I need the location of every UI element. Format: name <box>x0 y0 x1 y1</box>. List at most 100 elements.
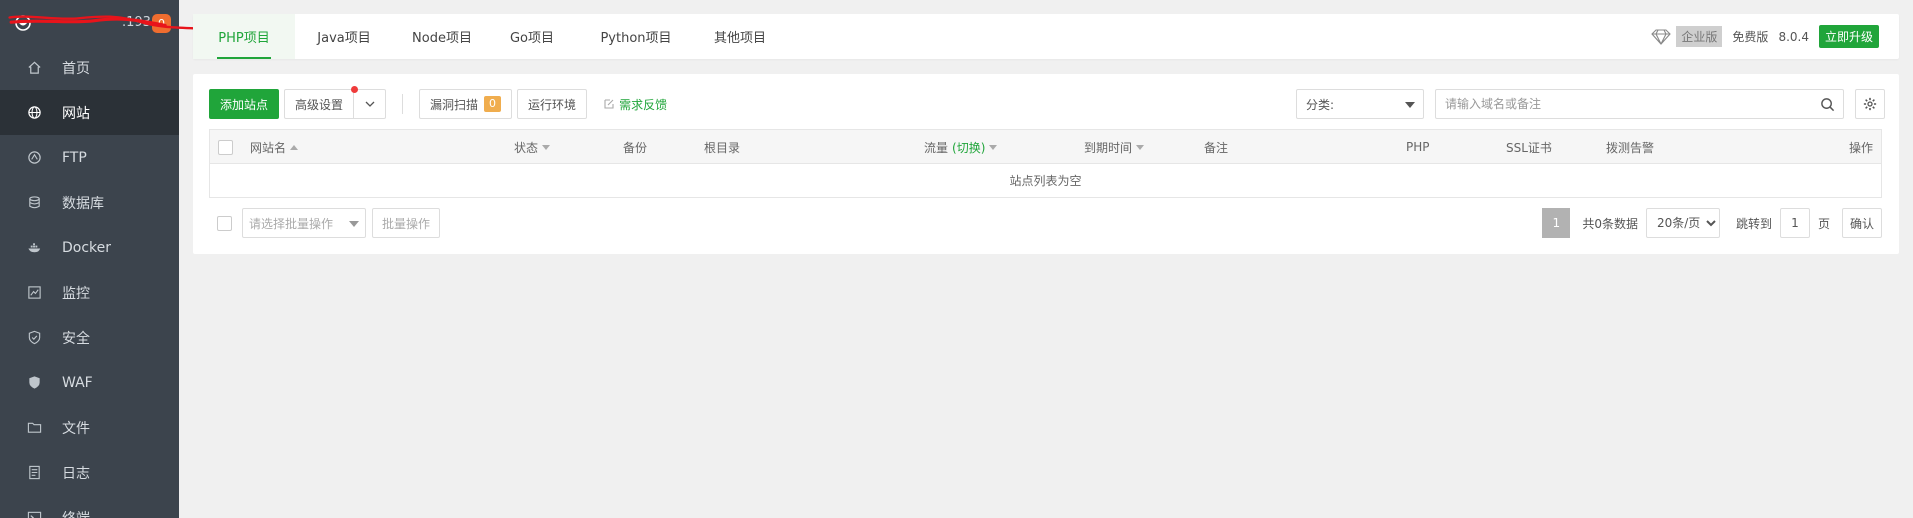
sidebar-item-label: WAF <box>62 374 93 391</box>
alert-count-badge[interactable]: 0 <box>152 14 171 33</box>
tab-node[interactable]: Node项目 <box>393 14 491 59</box>
bt-logo-icon <box>14 14 32 32</box>
upgrade-button[interactable]: 立即升级 <box>1818 25 1879 48</box>
col-site-name-label: 网站名 <box>250 140 287 155</box>
sidebar-item-label: 首页 <box>62 60 90 77</box>
enterprise-edition-badge[interactable]: 企业版 <box>1676 26 1723 47</box>
terminal-icon <box>26 510 42 518</box>
col-php: PHP <box>1406 140 1430 154</box>
search-input[interactable] <box>1436 90 1806 118</box>
docker-icon <box>26 240 42 256</box>
sort-desc-icon <box>989 144 998 150</box>
feedback-link[interactable]: 需求反馈 <box>603 96 667 113</box>
sidebar-item-label: Docker <box>62 239 112 256</box>
select-all-cell <box>218 130 233 164</box>
page-unit-label: 页 <box>1817 216 1830 231</box>
batch-placeholder: 请选择批量操作 <box>249 216 334 231</box>
category-select[interactable]: 分类: <box>1296 89 1424 119</box>
advanced-settings-group: 高级设置 <box>284 86 387 119</box>
column-settings-button[interactable] <box>1855 89 1885 119</box>
sidebar-item-home[interactable]: 首页 <box>0 45 179 90</box>
project-tabs-bar: PHP项目 Java项目 Node项目 Go项目 Python项目 其他项目 企… <box>193 14 1899 59</box>
batch-operation-select[interactable]: 请选择批量操作 <box>242 208 366 238</box>
diamond-icon <box>1650 28 1672 46</box>
sidebar-item-label: 文件 <box>62 420 90 437</box>
caret-down-icon <box>349 221 359 227</box>
batch-operations: 请选择批量操作 批量操作 <box>209 208 441 238</box>
col-ssl: SSL证书 <box>1506 140 1552 155</box>
tab-python[interactable]: Python项目 <box>573 14 699 59</box>
col-expire[interactable]: 到期时间 <box>1084 130 1145 164</box>
col-backup: 备份 <box>623 140 648 155</box>
page-current[interactable]: 1 <box>1542 208 1571 238</box>
free-edition-label: 免费版 <box>1732 30 1769 44</box>
tab-java[interactable]: Java项目 <box>295 14 393 59</box>
total-count: 共0条数据 <box>1582 216 1638 231</box>
col-expire-label: 到期时间 <box>1084 140 1133 155</box>
col-status[interactable]: 状态 <box>514 130 551 164</box>
sidebar-item-label: 网站 <box>62 105 90 122</box>
sidebar-item-docker[interactable]: Docker <box>0 225 179 270</box>
sidebar-item-database[interactable]: 数据库 <box>0 180 179 225</box>
feedback-label: 需求反馈 <box>619 97 668 112</box>
footer-select-all-checkbox[interactable] <box>217 215 232 231</box>
sidebar-item-ftp[interactable]: FTP <box>0 135 179 180</box>
caret-down-icon <box>1405 102 1415 108</box>
col-remark: 备注 <box>1204 140 1229 155</box>
search-icon[interactable] <box>1820 97 1835 112</box>
vulnerability-scan-label: 漏洞扫描 <box>430 97 479 112</box>
goto-label: 跳转到 <box>1735 216 1772 231</box>
tab-php[interactable]: PHP项目 <box>193 14 295 59</box>
per-page-select[interactable]: 20条/页 <box>1645 208 1720 238</box>
edition-info: 企业版 免费版 8.0.4 立即升级 <box>1650 14 1879 59</box>
col-root-dir: 根目录 <box>704 140 741 155</box>
runtime-env-button[interactable]: 运行环境 <box>517 89 588 119</box>
sidebar-item-security[interactable]: 安全 <box>0 315 179 360</box>
project-tabs: PHP项目 Java项目 Node项目 Go项目 Python项目 其他项目 <box>193 14 781 59</box>
sidebar-item-label: 日志 <box>62 465 90 482</box>
sidebar-item-label: 终端 <box>62 508 90 518</box>
sidebar-item-monitor[interactable]: 监控 <box>0 270 179 315</box>
gear-icon <box>1863 97 1877 111</box>
toolbar-divider <box>402 94 404 114</box>
sidebar-item-label: 安全 <box>62 330 90 347</box>
batch-operation-button[interactable]: 批量操作 <box>372 208 441 238</box>
scan-count-badge: 0 <box>484 96 502 112</box>
confirm-page-button[interactable]: 确认 <box>1841 208 1882 238</box>
traffic-switch-link[interactable]: (切换) <box>952 139 985 156</box>
goto-page-input[interactable] <box>1779 208 1810 238</box>
col-status-label: 状态 <box>514 140 539 155</box>
server-ip: .193 <box>122 15 151 30</box>
col-probe-alert: 拨测告警 <box>1606 140 1655 155</box>
sidebar-item-website[interactable]: 网站 <box>0 90 179 135</box>
sidebar-item-label: 数据库 <box>62 195 104 212</box>
ftp-icon <box>26 150 42 166</box>
tab-other[interactable]: 其他项目 <box>699 14 781 59</box>
sort-desc-icon <box>542 144 551 150</box>
sidebar-item-files[interactable]: 文件 <box>0 405 179 450</box>
col-site-name[interactable]: 网站名 <box>250 130 299 164</box>
col-traffic-label: 流量 <box>924 140 949 155</box>
select-all-checkbox[interactable] <box>218 139 233 155</box>
sidebar-item-terminal[interactable]: 终端 <box>0 495 179 518</box>
sidebar-item-waf[interactable]: WAF <box>0 360 179 405</box>
sidebar-header: .193 0 <box>0 0 227 45</box>
empty-message: 站点列表为空 <box>1009 174 1082 188</box>
chevron-down-icon <box>365 101 374 107</box>
shield-icon <box>26 330 42 346</box>
sort-desc-icon <box>1136 144 1145 150</box>
database-icon <box>26 195 42 211</box>
advanced-settings-dropdown[interactable] <box>354 89 387 119</box>
tab-go[interactable]: Go项目 <box>491 14 573 59</box>
vulnerability-scan-button[interactable]: 漏洞扫描 0 <box>419 89 513 119</box>
col-traffic[interactable]: 流量 (切换) <box>924 130 998 164</box>
version-label: 8.0.4 <box>1778 29 1809 44</box>
sidebar: .193 0 首页 网站 FTP 数据库 Docker 监控 安全 WAF 文件… <box>0 0 227 518</box>
notification-dot <box>351 86 359 93</box>
advanced-settings-button[interactable]: 高级设置 <box>284 89 355 119</box>
sidebar-item-logs[interactable]: 日志 <box>0 450 179 495</box>
globe-icon <box>26 105 42 121</box>
add-site-button[interactable]: 添加站点 <box>209 89 280 119</box>
folder-icon <box>26 420 42 436</box>
site-list-panel: 添加站点 高级设置 漏洞扫描 0 运行环境 需求反馈 分类: 请输入域名或备注 … <box>193 74 1899 254</box>
